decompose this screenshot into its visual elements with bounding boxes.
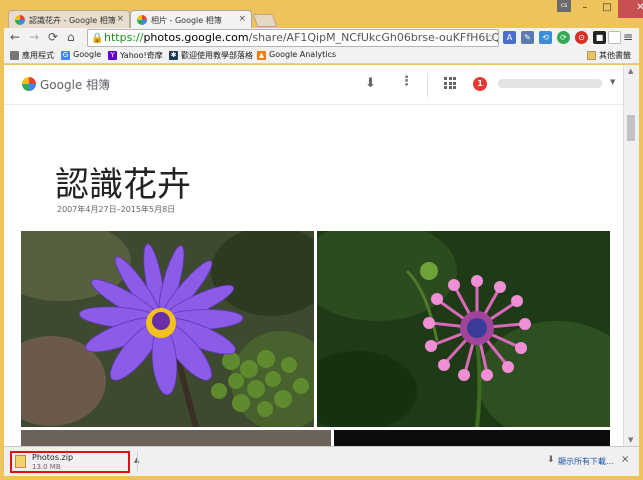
download-shelf: Photos.zip 13.0 MB ▲ ⬇ 顯示所有下載... × [4,446,639,476]
photo-thumbnail[interactable] [334,430,610,446]
show-all-downloads-link[interactable]: ⬇ 顯示所有下載... [547,455,614,467]
maximize-button[interactable]: □ [596,0,618,18]
tab-label: 認識花卉 - Google 相簿 [29,16,116,25]
user-profile-badge[interactable]: cs [557,0,571,12]
bookmark-google[interactable]: G Google [61,50,102,60]
blogger-icon: ✱ [169,51,178,60]
tab-photos[interactable]: 相片 - Google 相簿 × [130,10,252,29]
new-tab-button[interactable] [252,14,278,27]
bookmark-label: Google [73,50,102,59]
translate-extension-icon[interactable]: A [503,31,516,44]
blank-extension-icon[interactable] [608,31,621,44]
bookmark-label: Google Analytics [269,50,337,59]
yahoo-icon: Y [108,51,117,60]
scroll-up-icon[interactable]: ▲ [628,67,633,75]
analytics-icon: ▲ [257,51,266,60]
more-options-icon[interactable]: ⋮ [400,74,413,89]
app-brand[interactable]: Google 相簿 [40,76,110,93]
tab-strip: 認識花卉 - Google 相簿 × 相片 - Google 相簿 × cs –… [0,0,643,29]
green-extension-icon[interactable]: ⟳ [557,31,570,44]
close-icon[interactable]: × [116,14,124,24]
page-content: Google 相簿 ⬇ ⋮ 1 ▼ 認識花卉 2007年4月27日–2015年5… [4,65,623,446]
google-photos-icon [15,15,25,25]
window-close-button[interactable]: ✕ [618,0,643,18]
minimize-button[interactable]: – [574,0,596,18]
album-title: 認識花卉 [55,165,191,205]
other-bookmarks[interactable]: 其他書籤 [587,50,631,61]
account-name-redacted[interactable] [498,79,602,88]
osteospermum-photo[interactable] [317,231,610,427]
reload-icon[interactable]: ⟳ [48,30,58,44]
download-item[interactable]: Photos.zip 13.0 MB ▲ [6,449,139,474]
notification-badge[interactable]: 1 [473,77,487,91]
google-photos-icon [137,15,147,25]
page-scrollbar[interactable]: ▲ ▼ [623,65,639,446]
folder-icon [587,51,596,60]
home-icon[interactable]: ⌂ [67,30,75,44]
download-arrow-icon: ⬇ [547,455,555,465]
divider [427,73,428,97]
address-bar[interactable]: 🔒 https://photos.google.com/share/AF1Qip… [87,29,499,47]
pen-extension-icon[interactable]: ✎ [521,31,534,44]
other-bookmarks-label: 其他書籤 [599,51,631,60]
bookmark-star-icon[interactable]: ☆ [484,30,495,46]
bookmark-analytics[interactable]: ▲ Google Analytics [257,50,337,60]
google-apps-icon[interactable] [444,77,456,89]
album-date-range: 2007年4月27日–2015年5月8日 [57,205,176,214]
back-icon[interactable]: ← [10,30,20,44]
download-file-size: 13.0 MB [32,463,61,471]
show-all-label: 顯示所有下載... [558,457,614,466]
browser-toolbar: ← → ⟳ ⌂ 🔒 https://photos.google.com/shar… [4,28,639,48]
dark-extension-icon[interactable]: ■ [593,31,606,44]
tab-album[interactable]: 認識花卉 - Google 相簿 × [8,10,130,29]
close-icon[interactable]: × [621,454,629,465]
bookmark-label: Yahoo!奇摩 [120,51,163,60]
url-scheme: https:// [104,31,144,44]
browser-window: 認識花卉 - Google 相簿 × 相片 - Google 相簿 × cs –… [0,0,643,480]
bookmark-apps[interactable]: 應用程式 [10,50,54,61]
bookmark-blogger[interactable]: ✱ 歡迎使用教學部落格 [169,50,253,61]
bookmarks-bar: 應用程式 G Google Y Yahoo!奇摩 ✱ 歡迎使用教學部落格 ▲ G… [4,48,639,64]
download-icon[interactable]: ⬇ [365,76,376,91]
close-icon[interactable]: × [238,14,246,24]
red-extension-icon[interactable]: ⊙ [575,31,588,44]
zip-file-icon [15,455,26,468]
bookmark-yahoo[interactable]: Y Yahoo!奇摩 [108,50,163,61]
lock-icon: 🔒 [91,33,104,44]
photo-thumbnail[interactable] [21,430,331,446]
scrollbar-thumb[interactable] [627,115,635,141]
google-icon: G [61,51,70,60]
url-domain: photos.google.com [143,31,249,44]
screen-extension-icon[interactable]: ⟲ [539,31,552,44]
url-path: /share/AF1QipM_NCfUkcGh06brse-ouKFfH6LQK… [248,31,499,44]
chevron-down-icon[interactable]: ▼ [610,78,615,86]
google-photos-logo-icon[interactable] [22,77,36,91]
download-file-name: Photos.zip [32,453,74,462]
window-controls: – □ ✕ [574,0,643,18]
apps-grid-icon [10,51,19,60]
bookmark-label: 歡迎使用教學部落格 [181,51,253,60]
menu-icon[interactable]: ≡ [623,30,633,44]
water-lily-photo[interactable] [21,231,314,427]
app-header: Google 相簿 ⬇ ⋮ 1 ▼ [4,65,623,105]
scroll-down-icon[interactable]: ▼ [628,436,633,444]
tab-label: 相片 - Google 相簿 [151,16,222,25]
forward-icon[interactable]: → [29,30,39,44]
bookmark-label: 應用程式 [22,51,54,60]
divider [137,451,138,471]
